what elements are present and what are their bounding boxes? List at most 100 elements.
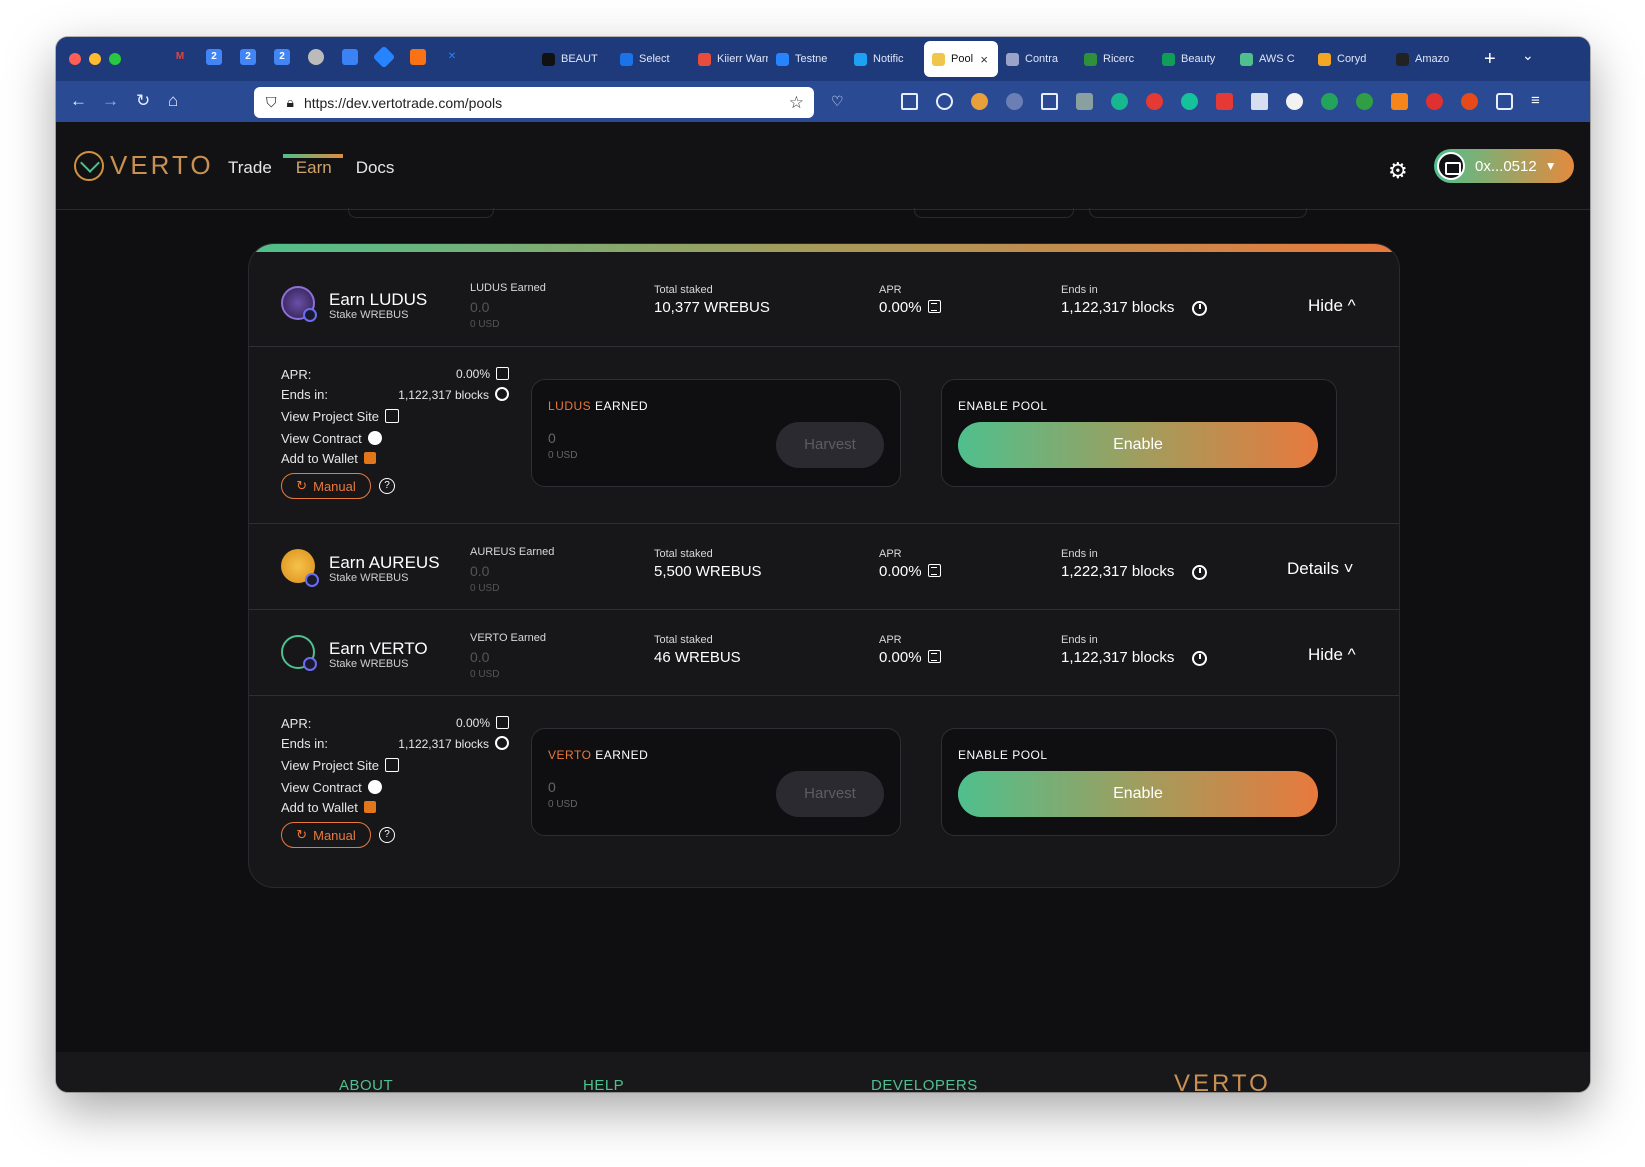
history-icon[interactable] bbox=[936, 93, 953, 110]
contract-icon bbox=[367, 431, 382, 445]
extension-icon[interactable] bbox=[971, 93, 988, 110]
footer-help[interactable]: HELP bbox=[583, 1077, 624, 1092]
menu-icon[interactable]: ≡ bbox=[1531, 93, 1548, 110]
tab-label: Pool bbox=[951, 53, 974, 65]
browser-tab[interactable]: AWS C bbox=[1232, 41, 1310, 77]
browser-tab[interactable]: Amazo bbox=[1388, 41, 1466, 77]
close-window-button[interactable] bbox=[69, 53, 81, 65]
wallet-icon bbox=[1437, 152, 1465, 180]
pool-title: Earn LUDUS bbox=[329, 290, 428, 309]
home-icon[interactable]: ⌂ bbox=[168, 91, 178, 111]
calendar-icon[interactable]: 2 bbox=[240, 49, 256, 65]
reload-icon[interactable]: ↻ bbox=[136, 91, 150, 111]
extension-icon[interactable] bbox=[1251, 93, 1268, 110]
add-to-wallet-link[interactable]: Add to Wallet bbox=[281, 451, 376, 466]
back-icon[interactable]: ← bbox=[70, 91, 87, 111]
earned-label: AUREUS Earned bbox=[470, 546, 555, 558]
adblock-icon[interactable] bbox=[1146, 93, 1163, 110]
harvest-button[interactable]: Harvest bbox=[776, 422, 884, 468]
calendar-icon[interactable]: 2 bbox=[274, 49, 290, 65]
hide-toggle[interactable]: Hide ^ bbox=[1308, 296, 1356, 316]
close-tab-icon[interactable]: × bbox=[980, 52, 988, 67]
address-bar[interactable]: ⛉ 🔒︎ https://dev.vertotrade.com/pools ☆ bbox=[254, 87, 814, 118]
grammarly-icon[interactable] bbox=[1181, 93, 1198, 110]
library-icon[interactable] bbox=[901, 93, 918, 110]
new-tab-button[interactable]: + bbox=[1484, 49, 1496, 69]
enable-button[interactable]: Enable bbox=[958, 771, 1318, 817]
forward-icon[interactable]: → bbox=[102, 91, 119, 111]
bookmark-star-icon[interactable]: ☆ bbox=[789, 93, 804, 113]
calculator-icon[interactable] bbox=[496, 716, 509, 729]
browser-tab[interactable]: Pool × bbox=[924, 41, 998, 77]
pool-row-aureus[interactable]: Earn AUREUS Stake WREBUS AUREUS Earned 0… bbox=[249, 524, 1399, 610]
extension-icon[interactable] bbox=[1356, 93, 1373, 110]
view-contract-link[interactable]: View Contract bbox=[281, 780, 382, 795]
extension-icon[interactable] bbox=[1216, 93, 1233, 110]
browser-tab[interactable]: BEAUT bbox=[534, 41, 612, 77]
verto-logo[interactable]: VERTO bbox=[74, 150, 214, 181]
eyedropper-icon[interactable] bbox=[1006, 93, 1023, 110]
view-contract-link[interactable]: View Contract bbox=[281, 431, 382, 446]
browser-tab[interactable]: Beauty bbox=[1154, 41, 1232, 77]
apr-detail-text: 0.00% bbox=[455, 367, 490, 381]
gmail-icon[interactable]: M bbox=[172, 49, 188, 65]
help-icon[interactable]: ? bbox=[379, 478, 395, 494]
box-icon[interactable] bbox=[342, 49, 358, 65]
reader-icon[interactable] bbox=[1041, 93, 1058, 110]
nav-earn[interactable]: Earn bbox=[296, 158, 332, 178]
browser-tab[interactable]: Kiierr Warr bbox=[690, 41, 768, 77]
pool-row-ludus[interactable]: Earn LUDUS Stake WREBUS LUDUS Earned 0.0… bbox=[249, 252, 1399, 347]
extension-icon[interactable] bbox=[1286, 93, 1303, 110]
browser-tab[interactable]: Contra bbox=[998, 41, 1076, 77]
puzzle-icon[interactable] bbox=[1496, 93, 1513, 110]
details-toggle[interactable]: Details ˅ bbox=[1287, 559, 1354, 579]
harvest-button[interactable]: Harvest bbox=[776, 771, 884, 817]
extension-icon[interactable] bbox=[1461, 93, 1478, 110]
gear-icon[interactable]: ⚙ bbox=[1388, 160, 1410, 182]
nav-trade[interactable]: Trade bbox=[228, 158, 272, 178]
calculator-icon[interactable] bbox=[496, 367, 509, 380]
hide-toggle[interactable]: Hide ^ bbox=[1308, 645, 1356, 665]
manual-badge[interactable]: ↻ Manual bbox=[281, 473, 371, 499]
pocket-icon[interactable]: ♡ bbox=[831, 91, 844, 111]
browser-tab[interactable]: Notific bbox=[846, 41, 924, 77]
apr-text: 0.00% bbox=[879, 649, 922, 666]
timer-icon bbox=[1192, 301, 1207, 316]
ends-label: Ends in bbox=[1061, 634, 1098, 646]
footer-about[interactable]: ABOUT bbox=[339, 1077, 393, 1092]
zoom-window-button[interactable] bbox=[109, 53, 121, 65]
browser-tab[interactable]: Coryd bbox=[1310, 41, 1388, 77]
chevron-down-icon[interactable]: ⌄ bbox=[1522, 47, 1534, 64]
manual-badge[interactable]: ↻ Manual bbox=[281, 822, 371, 848]
view-project-site-link[interactable]: View Project Site bbox=[281, 758, 400, 773]
jira-icon[interactable] bbox=[372, 45, 396, 69]
footer-developers[interactable]: DEVELOPERS bbox=[871, 1077, 978, 1092]
nav-docs[interactable]: Docs bbox=[356, 158, 395, 178]
view-project-site-link[interactable]: View Project Site bbox=[281, 409, 400, 424]
add-to-wallet-link[interactable]: Add to Wallet bbox=[281, 800, 376, 815]
clock-icon[interactable] bbox=[308, 49, 324, 65]
metamask-icon[interactable] bbox=[1391, 93, 1408, 110]
calendar-icon[interactable]: 2 bbox=[206, 49, 222, 65]
earned-amount: 0 bbox=[548, 430, 556, 446]
calculator-icon[interactable] bbox=[927, 650, 941, 663]
help-icon[interactable]: ? bbox=[379, 827, 395, 843]
wallet-button[interactable]: 0x...0512 ▼ bbox=[1434, 149, 1574, 183]
calculator-icon[interactable] bbox=[927, 564, 941, 577]
extension-icon[interactable] bbox=[1111, 93, 1128, 110]
calculator-icon[interactable] bbox=[927, 300, 941, 313]
minimize-window-button[interactable] bbox=[89, 53, 101, 65]
pools-card: Earn LUDUS Stake WREBUS LUDUS Earned 0.0… bbox=[248, 243, 1400, 888]
extension-icon[interactable] bbox=[1321, 93, 1338, 110]
browser-tab[interactable]: Testne bbox=[768, 41, 846, 77]
extension-icon[interactable] bbox=[1426, 93, 1443, 110]
extension-icon[interactable] bbox=[1076, 93, 1093, 110]
ends-value: 1,122,317 blocks bbox=[1061, 299, 1175, 316]
confluence-icon[interactable]: ✕ bbox=[444, 49, 460, 65]
pool-row-verto[interactable]: Earn VERTO Stake WREBUS VERTO Earned 0.0… bbox=[249, 610, 1399, 696]
enable-button[interactable]: Enable bbox=[958, 422, 1318, 468]
staked-value: 10,377 WREBUS bbox=[654, 299, 770, 316]
browser-tab[interactable]: Select bbox=[612, 41, 690, 77]
browser-tab[interactable]: Ricerc bbox=[1076, 41, 1154, 77]
cube-icon[interactable] bbox=[410, 49, 426, 65]
